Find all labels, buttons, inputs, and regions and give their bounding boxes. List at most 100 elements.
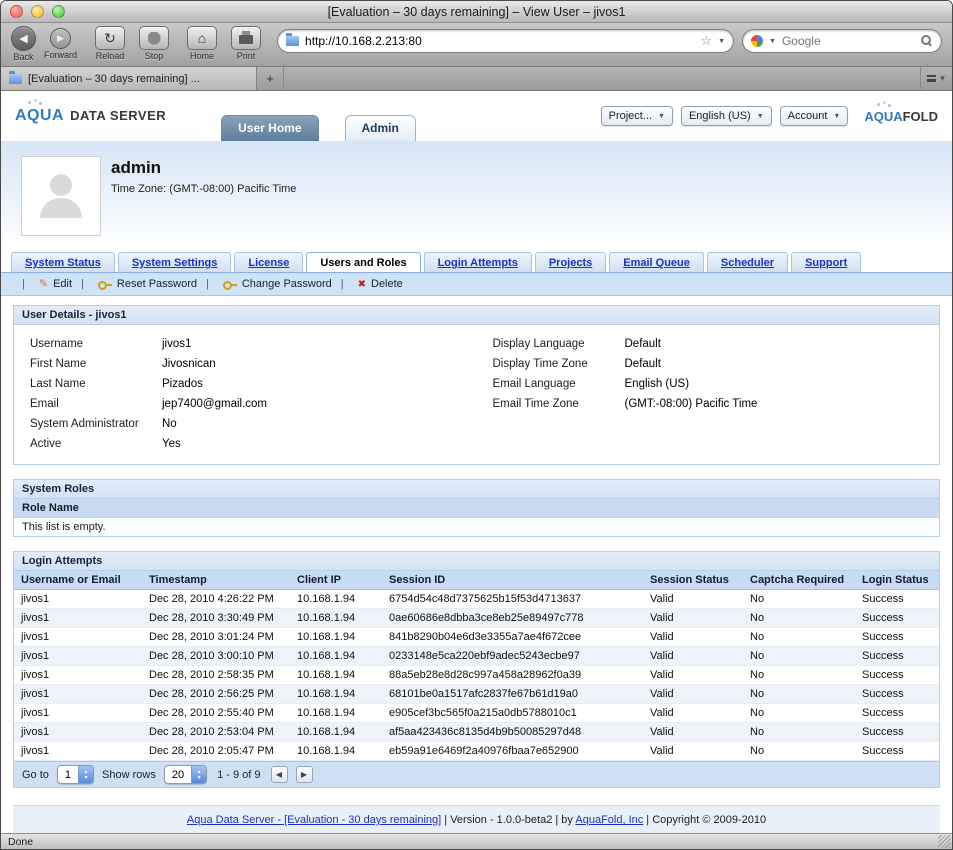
forward-button[interactable]: ▶ — [50, 28, 71, 49]
print-label: Print — [236, 51, 256, 61]
column-header[interactable]: Session ID — [382, 571, 643, 590]
cell-session-status: Valid — [643, 646, 743, 666]
detail-field-label: Email Language — [492, 378, 576, 390]
stop-label: Stop — [144, 51, 164, 61]
header-dropdown-label: Project... — [608, 110, 653, 122]
admin-tab[interactable]: License — [234, 252, 304, 272]
next-page-button[interactable]: ▶ — [295, 766, 313, 783]
table-row[interactable]: jivos1 Dec 28, 2010 3:01:24 PM 10.168.1.… — [14, 627, 939, 647]
google-engine-icon[interactable] — [751, 35, 763, 47]
app-logo: AQUA DATA SERVER — [15, 101, 166, 125]
url-bar[interactable]: ☆ ▼ — [277, 29, 734, 53]
action-link[interactable]: Delete — [332, 278, 403, 290]
login-attempts-title: Login Attempts — [14, 552, 939, 571]
key-icon — [97, 279, 112, 290]
main-nav-tab[interactable]: User Home — [221, 115, 319, 141]
url-dropdown-icon[interactable]: ▼ — [718, 38, 725, 45]
table-row[interactable]: jivos1 Dec 28, 2010 2:05:47 PM 10.168.1.… — [14, 741, 939, 761]
table-row[interactable]: jivos1 Dec 28, 2010 2:56:25 PM 10.168.1.… — [14, 684, 939, 704]
main-nav: User Home Admin — [221, 115, 416, 141]
admin-tab[interactable]: Scheduler — [706, 252, 789, 272]
edit-icon — [39, 277, 48, 290]
cell-session-status: Valid — [643, 627, 743, 647]
table-row[interactable]: jivos1 Dec 28, 2010 4:26:22 PM 10.168.1.… — [14, 589, 939, 609]
footer-app-link[interactable]: Aqua Data Server - [Evaluation - 30 days… — [187, 814, 441, 826]
search-engine-dropdown-icon[interactable]: ▼ — [769, 38, 776, 45]
minimize-button[interactable] — [31, 5, 44, 18]
status-text: Done — [8, 835, 34, 848]
delete-icon — [358, 278, 366, 290]
admin-tab[interactable]: Users and Roles — [306, 252, 421, 272]
tab-list-button[interactable]: ▼ — [920, 67, 952, 90]
detail-field-value: Default — [624, 358, 661, 370]
detail-field-value: Jivosnican — [162, 358, 216, 370]
column-header[interactable]: Captcha Required — [743, 571, 855, 590]
header-dropdown-button[interactable]: Account ▼ — [779, 106, 849, 126]
table-row[interactable]: jivos1 Dec 28, 2010 2:53:04 PM 10.168.1.… — [14, 722, 939, 742]
home-button[interactable]: ⌂ — [187, 26, 218, 50]
cell-session-status: Valid — [643, 665, 743, 685]
table-row[interactable]: jivos1 Dec 28, 2010 2:55:40 PM 10.168.1.… — [14, 703, 939, 723]
table-row[interactable]: jivos1 Dec 28, 2010 2:58:35 PM 10.168.1.… — [14, 665, 939, 685]
details-left-column: Username jivos1 First Name Jivosnican La… — [14, 334, 477, 454]
search-input[interactable] — [781, 34, 915, 48]
new-tab-button[interactable]: + — [257, 67, 284, 90]
footer-aquafold-link[interactable]: AquaFold, Inc — [575, 814, 643, 826]
close-button[interactable] — [10, 5, 23, 18]
rows-select[interactable]: 20 ▲ ▼ — [163, 765, 208, 784]
detail-field-label: Username — [30, 338, 84, 350]
rows-stepper[interactable]: ▲ ▼ — [191, 766, 207, 783]
cell-timestamp: Dec 28, 2010 2:53:04 PM — [142, 722, 290, 742]
empty-list-text: This list is empty. — [14, 518, 939, 536]
action-link[interactable]: Change Password — [197, 278, 332, 290]
admin-tab[interactable]: System Status — [11, 252, 115, 272]
main-nav-tab[interactable]: Admin — [344, 115, 416, 141]
page-select[interactable]: 1 ▲ ▼ — [56, 765, 95, 784]
column-header[interactable]: Login Status — [855, 571, 939, 590]
detail-field: Username jivos1 — [14, 334, 477, 354]
browser-tab[interactable]: [Evaluation – 30 days remaining] ... — [1, 67, 257, 90]
detail-field-label: Display Language — [492, 338, 585, 350]
back-button[interactable]: ◀ — [11, 26, 36, 51]
prev-page-button[interactable]: ◀ — [270, 766, 288, 783]
reload-button[interactable]: ↻ — [95, 26, 126, 50]
print-button[interactable] — [231, 26, 262, 50]
column-header[interactable]: Session Status — [643, 571, 743, 590]
bookmark-star-icon[interactable]: ☆ — [700, 33, 712, 49]
zoom-button[interactable] — [52, 5, 65, 18]
page-select-value: 1 — [64, 768, 72, 781]
action-link[interactable]: Reset Password — [72, 278, 197, 290]
search-magnifier-icon[interactable] — [921, 35, 933, 47]
header-dropdown-button[interactable]: Project... ▼ — [600, 106, 673, 126]
admin-tab[interactable]: Login Attempts — [423, 252, 532, 272]
cell-captcha-required: No — [743, 703, 855, 723]
admin-tab[interactable]: Projects — [534, 252, 607, 272]
column-header[interactable]: Timestamp — [142, 571, 290, 590]
detail-field: Email Language English (US) — [477, 374, 940, 394]
cell-session-status: Valid — [643, 703, 743, 723]
resize-grip[interactable] — [938, 835, 951, 848]
cell-login-status: Success — [855, 589, 939, 609]
stop-button[interactable] — [139, 26, 170, 50]
column-header[interactable]: Username or Email — [14, 571, 142, 590]
admin-tab[interactable]: Support — [791, 252, 862, 272]
page-stepper[interactable]: ▲ ▼ — [78, 766, 94, 783]
url-input[interactable] — [305, 34, 695, 48]
cell-session-id: 0233148e5ca220ebf9adec5243ecbe97 — [382, 646, 643, 666]
cell-login-status: Success — [855, 741, 939, 761]
admin-tab-label: System Status — [25, 257, 101, 269]
system-roles-panel: System Roles Role Name This list is empt… — [13, 479, 940, 537]
user-timezone: Time Zone: (GMT:-08:00) Pacific Time — [111, 183, 297, 195]
admin-tab-label: Email Queue — [623, 257, 690, 269]
action-link[interactable]: Edit — [13, 277, 72, 290]
table-row[interactable]: jivos1 Dec 28, 2010 3:00:10 PM 10.168.1.… — [14, 646, 939, 666]
user-details-panel: User Details - jivos1 Username jivos1 Fi… — [13, 305, 940, 465]
admin-tab[interactable]: System Settings — [117, 252, 232, 272]
admin-tab[interactable]: Email Queue — [609, 252, 704, 272]
table-row[interactable]: jivos1 Dec 28, 2010 3:30:49 PM 10.168.1.… — [14, 608, 939, 628]
column-header[interactable]: Client IP — [290, 571, 382, 590]
header-dropdown-button[interactable]: English (US) ▼ — [680, 106, 772, 126]
search-bar[interactable]: ▼ — [742, 29, 942, 53]
cell-username: jivos1 — [14, 627, 142, 647]
home-label: Home — [190, 51, 215, 61]
